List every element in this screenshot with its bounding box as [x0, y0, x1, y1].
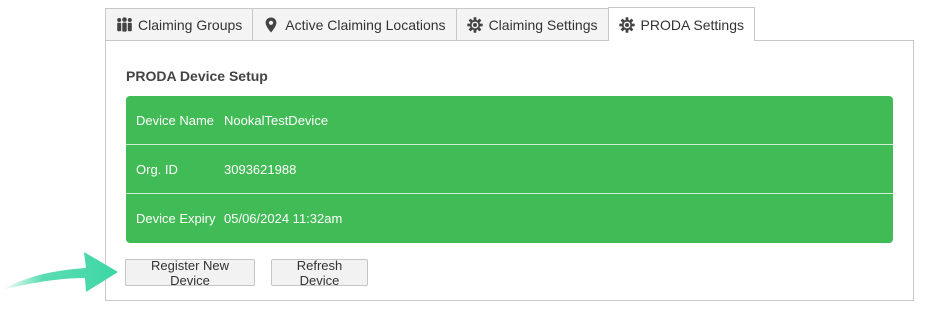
gear-icon	[618, 16, 636, 34]
device-expiry-value: 05/06/2024 11:32am	[224, 211, 343, 226]
device-name-label: Device Name	[136, 112, 215, 128]
tab-bar: Claiming Groups Active Claiming Location…	[105, 7, 755, 41]
tab-proda-settings[interactable]: PRODA Settings	[607, 7, 755, 41]
org-id-row: Org. ID 3093621988	[126, 145, 893, 194]
gear-icon	[466, 16, 484, 34]
device-info-box: Device Name NookalTestDevice Org. ID 309…	[126, 96, 893, 243]
device-name-value: NookalTestDevice	[224, 112, 329, 128]
tab-claiming-settings[interactable]: Claiming Settings	[455, 8, 609, 40]
org-id-label: Org. ID	[136, 161, 178, 177]
pointer-arrow-icon	[2, 252, 118, 292]
org-id-value: 3093621988	[224, 161, 297, 177]
tab-claiming-groups[interactable]: Claiming Groups	[105, 8, 254, 40]
tab-label: PRODA Settings	[640, 16, 745, 33]
device-expiry-label: Device Expiry	[136, 211, 216, 226]
tab-active-claiming-locations[interactable]: Active Claiming Locations	[252, 8, 457, 40]
tab-label: Active Claiming Locations	[285, 16, 446, 33]
device-name-row: Device Name NookalTestDevice	[126, 96, 893, 145]
register-new-device-button[interactable]: Register New Device	[125, 258, 255, 288]
proda-settings-panel: PRODA Device Setup Device Name NookalTes…	[105, 40, 914, 301]
users-icon	[115, 16, 133, 34]
device-expiry-row: Device Expiry 05/06/2024 11:32am	[126, 194, 893, 243]
map-marker-icon	[262, 16, 280, 34]
panel-title: PRODA Device Setup	[126, 68, 268, 84]
refresh-device-button[interactable]: Refresh Device	[271, 258, 368, 288]
tab-label: Claiming Groups	[138, 16, 243, 33]
tab-label: Claiming Settings	[488, 16, 598, 33]
